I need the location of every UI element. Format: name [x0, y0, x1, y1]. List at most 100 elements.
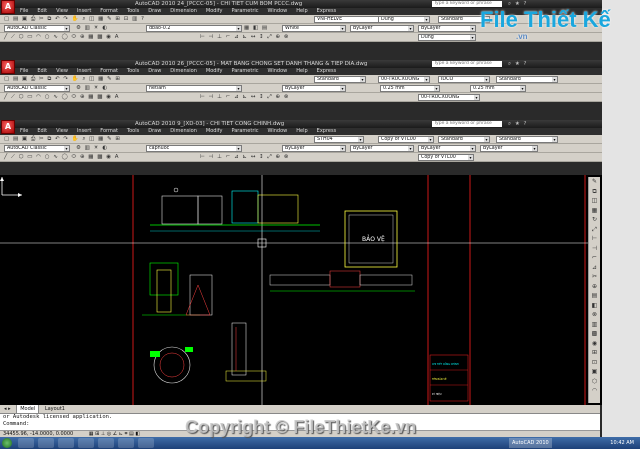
drawing-canvas[interactable]: BẢO VỆ CHI TIẾT CỔNG CHÍNH TÊN BẢN VẼ KÝ…: [0, 175, 602, 405]
draw-tool-icons[interactable]: ╱ ⟋ ⬡ ▭ ◠ ○ ∿ ◯ ⬭ ⊕ ▦ ▩ ◉ A: [4, 154, 120, 161]
dim-style-select[interactable]: Copy of VTL00 ▾: [378, 136, 434, 143]
layer-select[interactable]: netlam ▾: [146, 85, 242, 92]
tab-nav-arrows[interactable]: ◂ ▸: [1, 405, 14, 413]
color-select[interactable]: ByLayer ▾: [282, 145, 346, 152]
menu-draw[interactable]: Draw: [148, 68, 161, 74]
menu-help[interactable]: Help: [296, 68, 307, 74]
modify-tool-icons[interactable]: ⊢ ⊣ ⊥ ⌐ ⊿ ⊾ ↔ ↕ ⤢ ⊕ ⊗: [200, 34, 290, 41]
menu-parametric[interactable]: Parametric: [231, 8, 258, 14]
dim-style-select[interactable]: 00-TRUCXUONG ▾: [378, 76, 430, 83]
lineweight-select[interactable]: ByLayer ▾: [418, 145, 476, 152]
menu-tools[interactable]: Tools: [127, 8, 139, 14]
menu-window[interactable]: Window: [268, 8, 288, 14]
taskbar-app-icon[interactable]: [78, 438, 94, 448]
menu-window[interactable]: Window: [268, 128, 288, 134]
plot-style-select[interactable]: ByLayer ▾: [480, 145, 538, 152]
search-input[interactable]: Type a keyword or phrase: [432, 61, 502, 67]
table-style-select[interactable]: IDCO ▾: [438, 76, 490, 83]
menu-modify[interactable]: Modify: [206, 68, 223, 74]
plot-style-select[interactable]: Dung ▾: [418, 34, 476, 41]
linetype-select[interactable]: ByLayer ▾: [350, 145, 414, 152]
menu-format[interactable]: Format: [100, 8, 118, 14]
menu-view[interactable]: View: [56, 128, 68, 134]
menu-view[interactable]: View: [56, 8, 68, 14]
menu-help[interactable]: Help: [296, 8, 307, 14]
text-style-select[interactable]: Standard ▾: [314, 76, 366, 83]
standard-tool-icons[interactable]: ▢ ▤ ▣ ⎙ ✂ ⧉ ↶ ↷ ✋ ⌕ ◫ ▦ ✎ ⊞: [4, 136, 121, 143]
menu-modify[interactable]: Modify: [206, 8, 223, 14]
layer-select[interactable]: dbao-0.2 ▾: [146, 25, 242, 32]
menu-tools[interactable]: Tools: [127, 68, 139, 74]
menu-format[interactable]: Format: [100, 128, 118, 134]
taskbar-app-icon[interactable]: [118, 438, 134, 448]
taskbar-autocad-button[interactable]: AutoCAD 2010: [509, 438, 552, 448]
lineweight-select[interactable]: 0.25 mm ▾: [380, 85, 440, 92]
menu-tools[interactable]: Tools: [127, 128, 139, 134]
draw-tool-icons[interactable]: ╱ ⟋ ⬡ ▭ ◠ ○ ∿ ◯ ⬭ ⊕ ▦ ▩ ◉ A: [4, 94, 120, 101]
layer-tool-icons[interactable]: ⚙ ▥ ☀ ◐: [76, 85, 108, 92]
info-center-icons[interactable]: ⌕ ★ ?: [508, 120, 527, 128]
menu-express[interactable]: Express: [317, 8, 337, 14]
start-button[interactable]: [2, 438, 12, 448]
modify-tool-icons[interactable]: ⊢ ⊣ ⊥ ⌐ ⊿ ⊾ ↔ ↕ ⤢ ⊕ ⊗: [200, 154, 290, 161]
menu-insert[interactable]: Insert: [77, 68, 91, 74]
menu-edit[interactable]: Edit: [37, 68, 47, 74]
menu-draw[interactable]: Draw: [148, 8, 161, 14]
menu-help[interactable]: Help: [296, 128, 307, 134]
menu-dimension[interactable]: Dimension: [170, 128, 197, 134]
menu-insert[interactable]: Insert: [77, 8, 91, 14]
draw-tool-icons[interactable]: ╱ ⟋ ⬡ ▭ ◠ ○ ∿ ◯ ⬭ ⊕ ▦ ▩ ◉ A: [4, 34, 120, 41]
dim-style-select[interactable]: Dung ▾: [378, 16, 430, 23]
autocad-app-button[interactable]: A: [1, 60, 15, 74]
tab-layout1[interactable]: Layout1: [42, 405, 68, 413]
standard-tool-icons[interactable]: ▢ ▤ ▣ ⎙ ✂ ⧉ ↶ ↷ ✋ ⌕ ◫ ▦ ✎ ⊞: [4, 76, 121, 83]
modify-palette[interactable]: ✎ ⧉ ◫ ▦ ↻ ⤢ ⊢ ⊣ ⌐ ⊿ ✂ ⊕ ▤ ◧ ⊗ ▥ ▩ ◉ ⊞ ⊡ ▣ ⬡ ◠: [588, 177, 600, 403]
layer-extra-icons[interactable]: ▦ ◧ ▤: [244, 25, 268, 32]
linetype-select[interactable]: ByLayer ▾: [350, 25, 414, 32]
color-select[interactable]: White ▾: [282, 25, 346, 32]
menu-parametric[interactable]: Parametric: [231, 68, 258, 74]
taskbar-app-icon[interactable]: [98, 438, 114, 448]
menu-draw[interactable]: Draw: [148, 128, 161, 134]
multileader-style-select[interactable]: Standard ▾: [496, 136, 558, 143]
text-style-select[interactable]: STH04 ▾: [314, 136, 364, 143]
menu-format[interactable]: Format: [100, 68, 118, 74]
menu-dimension[interactable]: Dimension: [170, 8, 197, 14]
workspace-select[interactable]: AutoCAD Classic ▾: [4, 25, 70, 32]
menu-edit[interactable]: Edit: [37, 8, 47, 14]
menu-express[interactable]: Express: [317, 128, 337, 134]
plot-style-select[interactable]: 00-TRUCXUONG ▾: [418, 94, 480, 101]
taskbar-app-icon[interactable]: [38, 438, 54, 448]
menu-parametric[interactable]: Parametric: [231, 128, 258, 134]
lineweight-select-2[interactable]: 0.25 mm ▾: [470, 85, 526, 92]
menu-modify[interactable]: Modify: [206, 128, 223, 134]
modify-tool-icons[interactable]: ⊢ ⊣ ⊥ ⌐ ⊿ ⊾ ↔ ↕ ⤢ ⊕ ⊗: [200, 94, 290, 101]
menu-window[interactable]: Window: [268, 68, 288, 74]
menu-file[interactable]: File: [20, 68, 28, 74]
color-select[interactable]: ByLayer ▾: [282, 85, 346, 92]
menu-file[interactable]: File: [20, 128, 28, 134]
table-style-select[interactable]: Standard ▾: [438, 136, 490, 143]
text-style-select[interactable]: VNI-HELVE▾: [314, 16, 384, 23]
lineweight-select[interactable]: ByLayer ▾: [418, 25, 476, 32]
layer-tool-icons[interactable]: ⚙ ▥ ☀ ◐: [76, 145, 108, 152]
menu-dimension[interactable]: Dimension: [170, 68, 197, 74]
taskbar-app-icon[interactable]: [58, 438, 74, 448]
layer-tool-icons[interactable]: ⚙ ▥ ☀ ◐: [76, 25, 108, 32]
info-center-icons[interactable]: ⌕ ★ ?: [508, 60, 527, 68]
taskbar-app-icon[interactable]: [138, 438, 154, 448]
multileader-style-select[interactable]: Standard ▾: [496, 76, 558, 83]
menu-file[interactable]: File: [20, 8, 28, 14]
menu-express[interactable]: Express: [317, 68, 337, 74]
menu-insert[interactable]: Insert: [77, 128, 91, 134]
layer-select[interactable]: capnuoc ▾: [146, 145, 242, 152]
autocad-app-button[interactable]: A: [1, 120, 15, 134]
named-plot-style-select[interactable]: Copy of VTL00 ▾: [418, 154, 474, 161]
search-input[interactable]: Type a keyword or phrase: [432, 121, 502, 127]
autocad-app-button[interactable]: A: [1, 0, 15, 14]
menu-view[interactable]: View: [56, 68, 68, 74]
taskbar-app-icon[interactable]: [18, 438, 34, 448]
menu-edit[interactable]: Edit: [37, 128, 47, 134]
standard-tool-icons[interactable]: ▢ ▤ ▣ ⎙ ✂ ⧉ ↶ ↷ ✋ ⌕ ◫ ▦ ✎ ⊞ ⊡ ▥ ?: [4, 16, 145, 23]
workspace-select[interactable]: AutoCAD Classic ▾: [4, 85, 70, 92]
